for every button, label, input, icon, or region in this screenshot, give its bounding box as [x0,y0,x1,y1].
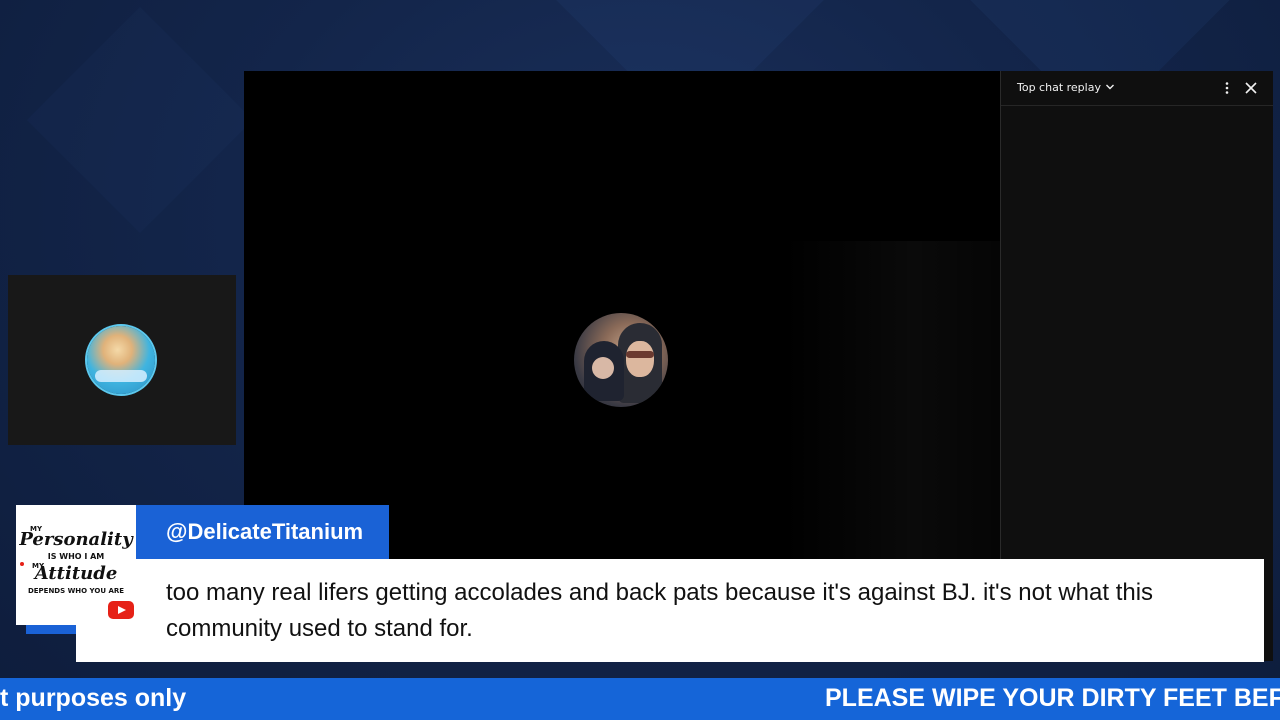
avatar-face [592,357,614,379]
commenter-avatar: MY Personality IS WHO I AM MY Attitude D… [16,505,136,625]
chat-replay-panel: Top chat replay [1000,71,1273,661]
avatar-face [626,341,654,377]
avatar-text-my: MY [30,525,43,533]
avatar-banner [95,370,147,382]
avatar-text-my: MY [32,562,45,570]
chevron-down-icon [1105,82,1115,95]
side-participant-avatar [87,326,155,394]
main-video-tile[interactable] [244,71,1000,661]
more-vert-icon[interactable] [1215,76,1239,100]
close-icon[interactable] [1239,76,1263,100]
chat-title-label: Top chat replay [1017,81,1101,95]
avatar-text-depends: DEPENDS WHO YOU ARE [27,587,125,595]
avatar-text-attitude: Attitude [34,563,118,584]
youtube-logo-icon [108,601,134,619]
background-shape [26,6,254,234]
main-participant-avatar [574,313,668,407]
ticker-text: PLEASE WIPE YOUR DIRTY FEET BEF [825,684,1280,712]
chat-header: Top chat replay [1001,71,1273,106]
card-accent [26,508,146,634]
scrolling-ticker: t purposes only PLEASE WIPE YOUR DIRTY F… [0,678,1280,720]
avatar-text-is-who: IS WHO I AM [47,552,105,561]
avatar-text-personality: Personality [19,529,133,550]
side-video-tile[interactable] [8,275,236,445]
decorative-dot [20,562,24,566]
chat-title-dropdown[interactable]: Top chat replay [1017,81,1115,95]
ticker-text: t purposes only [0,684,187,712]
avatar-sunglasses [626,351,654,358]
video-shading [784,241,1000,661]
